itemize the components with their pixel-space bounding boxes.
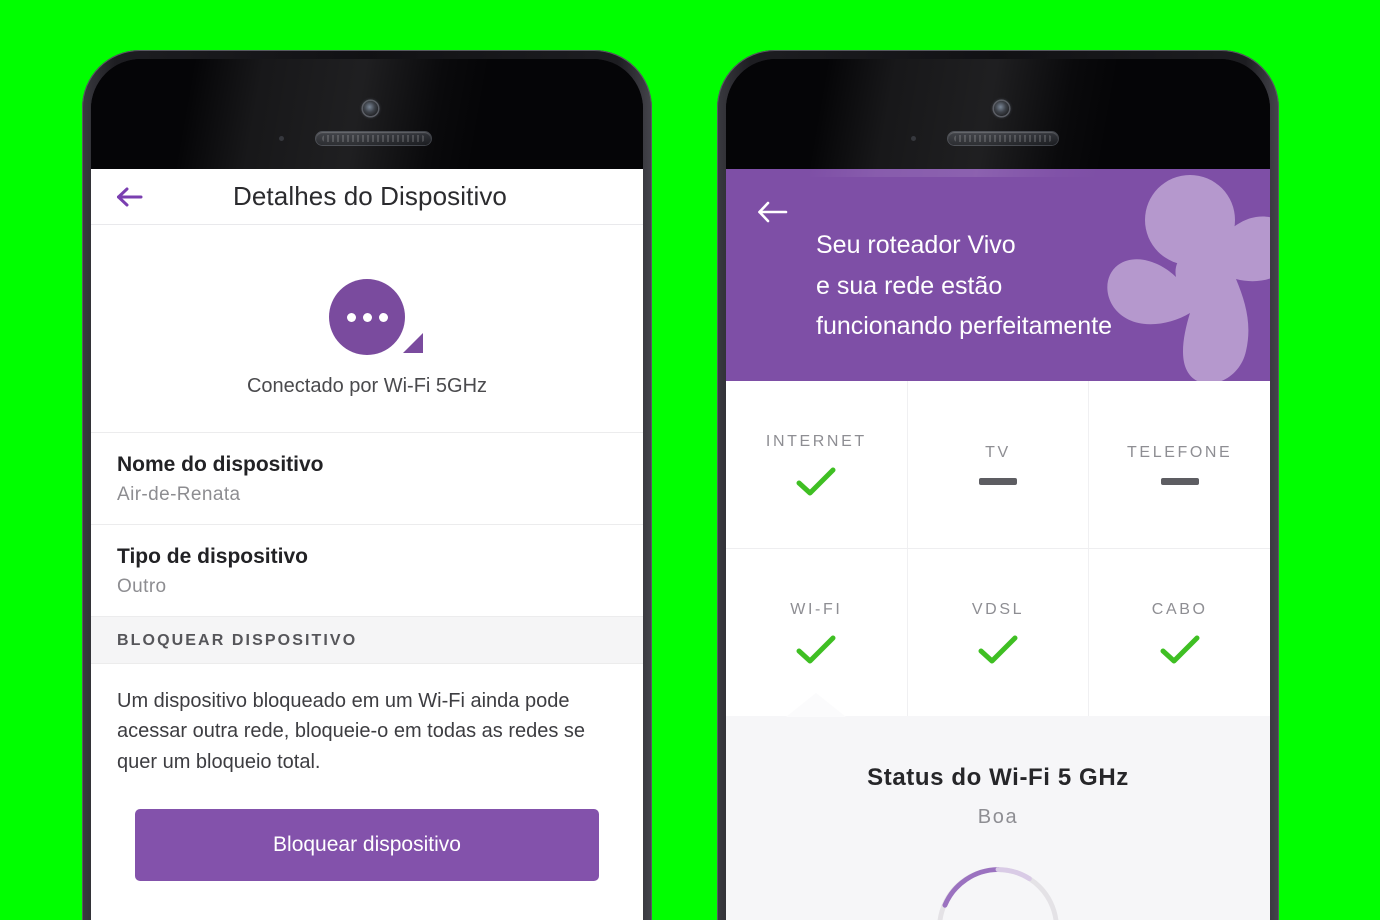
page-title: Detalhes do Dispositivo [233, 181, 507, 211]
connection-caption: Conectado por Wi-Fi 5GHz [246, 375, 488, 397]
earpiece-speaker-icon [316, 132, 431, 145]
proximity-sensor-icon [911, 136, 916, 141]
detail-value: Outro [117, 576, 167, 597]
hero-line-3: funcionando perfeitamente [816, 312, 1113, 340]
wifi-status-value: Boa [977, 806, 1019, 828]
check-icon [796, 467, 836, 495]
status-cell-cabo[interactable]: CABO [1088, 549, 1270, 716]
status-cell-wifi[interactable]: WI-FI [726, 549, 907, 717]
phone-glass: Seu roteador Vivo e sua rede estão funci… [726, 59, 1270, 920]
block-device-description: Um dispositivo bloqueado em um Wi-Fi ain… [117, 690, 586, 773]
detail-value: Air-de-Renata [117, 484, 241, 505]
hero-message: Seu roteador Vivo e sua rede estão funci… [816, 225, 1112, 347]
gauge-arc-icon [937, 867, 1059, 920]
back-arrow-icon[interactable] [756, 199, 790, 233]
status-cell-internet[interactable]: INTERNET [726, 381, 907, 548]
app-bar: Detalhes do Dispositivo [91, 169, 643, 225]
status-cell-tv[interactable]: TV [906, 381, 1089, 548]
status-row: WI-FI VDSL CABO [726, 548, 1270, 717]
status-cell-vdsl[interactable]: VDSL [906, 549, 1089, 716]
status-label: INTERNET [765, 432, 867, 450]
back-arrow-icon[interactable] [113, 180, 147, 214]
proximity-sensor-icon [279, 136, 284, 141]
status-label: CABO [1151, 600, 1208, 618]
detail-label: Tipo de dispositivo [117, 545, 308, 568]
wifi-status-title: Status do Wi-Fi 5 GHz [867, 764, 1129, 791]
ellipsis-icon [329, 279, 405, 355]
selected-tab-pointer [786, 693, 847, 717]
app-screen-router-status: Seu roteador Vivo e sua rede estão funci… [726, 169, 1270, 920]
dash-icon [1160, 478, 1199, 485]
detail-row-device-name[interactable]: Nome do dispositivo Air-de-Renata [91, 433, 643, 525]
hero-line-1: Seu roteador Vivo [816, 231, 1016, 259]
status-label: TELEFONE [1127, 444, 1233, 461]
check-icon [1160, 635, 1200, 663]
section-header-block-device: BLOQUEAR DISPOSITIVO [91, 617, 643, 664]
router-status-hero: Seu roteador Vivo e sua rede estão funci… [726, 169, 1270, 381]
detail-row-device-type[interactable]: Tipo de dispositivo Outro [91, 525, 643, 617]
phone-mockup-right: Seu roteador Vivo e sua rede estão funci… [717, 50, 1279, 920]
check-icon [796, 635, 836, 663]
status-label: TV [985, 444, 1011, 461]
wifi-status-panel: Status do Wi-Fi 5 GHz Boa CANAL [726, 716, 1270, 920]
earpiece-speaker-icon [948, 132, 1058, 145]
app-screen-device-details: Detalhes do Dispositivo Conectado por Wi… [91, 169, 643, 920]
front-camera-icon [994, 101, 1009, 116]
screenshot-canvas: Detalhes do Dispositivo Conectado por Wi… [0, 0, 1380, 920]
phone-top-bezel [726, 59, 1270, 169]
status-row: INTERNET TV TELEFONE [726, 381, 1270, 548]
phone-glass: Detalhes do Dispositivo Conectado por Wi… [91, 59, 643, 920]
hero-line-2: e sua rede estão [816, 271, 1003, 300]
status-cell-telefone[interactable]: TELEFONE [1088, 381, 1270, 548]
block-device-button[interactable]: Bloquear dispositivo [135, 809, 599, 882]
front-camera-icon [363, 101, 378, 116]
service-status-grid: INTERNET TV TELEFONE WI-FI VDSL CABO [726, 381, 1270, 717]
channel-gauge: CANAL [878, 863, 1118, 920]
device-avatar-block: Conectado por Wi-Fi 5GHz [91, 225, 643, 433]
avatar [329, 279, 423, 355]
block-device-section: Um dispositivo bloqueado em um Wi-Fi ain… [91, 664, 643, 882]
phone-top-bezel [91, 59, 643, 169]
status-label: WI-FI [790, 600, 843, 618]
check-icon [978, 635, 1018, 663]
dash-icon [979, 478, 1017, 485]
status-label: VDSL [971, 600, 1025, 618]
detail-label: Nome do dispositivo [117, 453, 324, 476]
avatar-tail-icon [403, 333, 423, 353]
phone-mockup-left: Detalhes do Dispositivo Conectado por Wi… [82, 50, 652, 920]
